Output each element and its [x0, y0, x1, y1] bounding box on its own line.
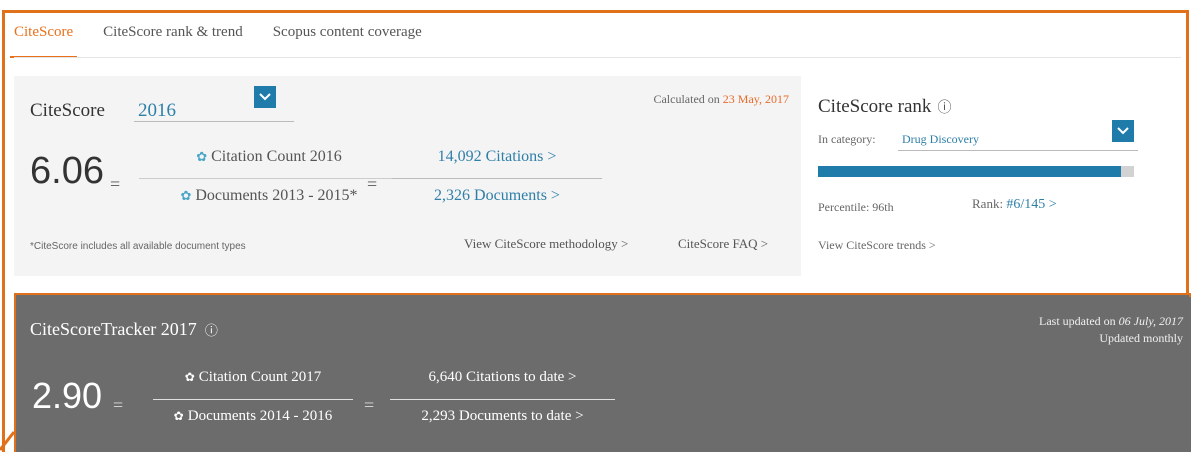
tracker-panel: CiteScoreTracker 2017 ⓘ Last updated on 0…: [18, 297, 1191, 452]
equals-sign: =: [110, 174, 121, 194]
info-icon[interactable]: ⓘ: [205, 320, 218, 339]
arrow-icon: [0, 431, 16, 451]
updated-prefix: Last updated on: [1039, 314, 1116, 328]
updated-date: 06 July, 2017: [1118, 314, 1183, 328]
tracker-formula-labels: ✿ Citation Count 2017 ✿ Documents 2014 - 2…: [153, 369, 353, 425]
fraction-line: [392, 178, 602, 179]
tab-bar: CiteScore CiteScore rank & trend Scopus …: [9, 20, 452, 58]
chevron-down-icon: [1117, 127, 1129, 135]
tracker-denominator-label: ✿ Documents 2014 - 2016: [153, 408, 353, 425]
fraction-line: [153, 399, 353, 400]
tracker-citations-link[interactable]: 6,640 Citations to date >: [390, 369, 615, 397]
tracker-numerator-label: ✿ Citation Count 2017: [153, 369, 353, 397]
gear-icon: ✿: [180, 188, 192, 203]
chevron-down-icon: [259, 93, 271, 101]
gear-icon: ✿: [173, 409, 184, 423]
trends-link[interactable]: View CiteScore trends >: [818, 238, 936, 253]
tracker-title: CiteScoreTracker 2017 ⓘ: [30, 319, 218, 340]
gear-icon: ✿: [184, 370, 195, 384]
tracker-numerator-label-text: Citation Count 2017: [198, 369, 322, 385]
category-underline: [898, 150, 1138, 151]
year-dropdown-button[interactable]: [254, 86, 276, 108]
rank-title: CiteScore rank ⓘ: [818, 96, 951, 118]
citescore-panel: CiteScore 2016 Calculated on 23 May, 201…: [14, 76, 801, 276]
calculated-date: Calculated on 23 May, 2017: [653, 92, 789, 107]
tracker-updated: Last updated on 06 July, 2017 Updated mo…: [1039, 313, 1183, 347]
formula-values: 14,092 Citations > 2,326 Documents >: [392, 148, 602, 205]
rank-link[interactable]: Rank: #6/145 >: [972, 196, 1057, 213]
percentile-label: Percentile: 96th: [818, 200, 894, 214]
denominator-label-text: Documents 2013 - 2015*: [195, 187, 358, 204]
updated-frequency: Updated monthly: [1099, 331, 1183, 345]
calculated-prefix: Calculated on: [653, 92, 720, 106]
tracker-title-text: CiteScoreTracker 2017: [30, 319, 197, 339]
methodology-link[interactable]: View CiteScore methodology >: [464, 236, 628, 252]
rank-label: Rank:: [972, 196, 1004, 211]
gear-icon: ✿: [196, 149, 208, 164]
tracker-denominator-label-text: Documents 2014 - 2016: [187, 408, 333, 424]
info-icon[interactable]: ⓘ: [937, 97, 951, 117]
tab-citescore-rank-trend[interactable]: CiteScore rank & trend: [103, 20, 243, 58]
rank-value: #6/145 >: [1006, 197, 1057, 212]
tracker-documents-link[interactable]: 2,293 Documents to date >: [390, 408, 615, 425]
citescore-value: 6.06: [30, 150, 104, 192]
faq-link[interactable]: CiteScore FAQ >: [678, 236, 768, 252]
category-label: In category:: [818, 132, 876, 146]
tab-scopus-content-coverage[interactable]: Scopus content coverage: [273, 20, 422, 58]
fraction-line: [139, 178, 399, 179]
year-value: 2016: [138, 100, 176, 121]
equals-sign: =: [367, 174, 378, 194]
equals-sign: =: [113, 395, 124, 415]
footnote: *CiteScore includes all available docume…: [30, 241, 246, 252]
equals-sign: =: [364, 395, 375, 415]
tracker-score: 2.90: [32, 375, 103, 416]
percentile-bar: [818, 166, 1134, 177]
rank-panel: CiteScore rank ⓘ In category: Drug Discov…: [806, 76, 1176, 276]
numerator-label-text: Citation Count 2016: [211, 148, 342, 165]
category-dropdown-button[interactable]: [1112, 120, 1134, 142]
percentile-bar-fill: [818, 166, 1122, 177]
citations-link[interactable]: 14,092 Citations >: [392, 148, 602, 176]
tab-citescore[interactable]: CiteScore: [9, 20, 78, 58]
citescore-title: CiteScore: [30, 100, 105, 121]
denominator-label: ✿ Documents 2013 - 2015*: [139, 187, 399, 205]
formula-labels: ✿ Citation Count 2016 ✿ Documents 2013 - 2…: [139, 148, 399, 205]
numerator-label: ✿ Citation Count 2016: [139, 148, 399, 176]
tracker-formula-values: 6,640 Citations to date > 2,293 Document…: [390, 369, 615, 425]
rank-title-text: CiteScore rank: [818, 96, 932, 117]
fraction-line: [390, 399, 615, 400]
tab-divider: [14, 57, 1181, 58]
documents-link[interactable]: 2,326 Documents >: [392, 187, 602, 205]
calculated-date-value: 23 May, 2017: [722, 92, 789, 106]
category-select[interactable]: Drug Discovery: [902, 132, 979, 147]
